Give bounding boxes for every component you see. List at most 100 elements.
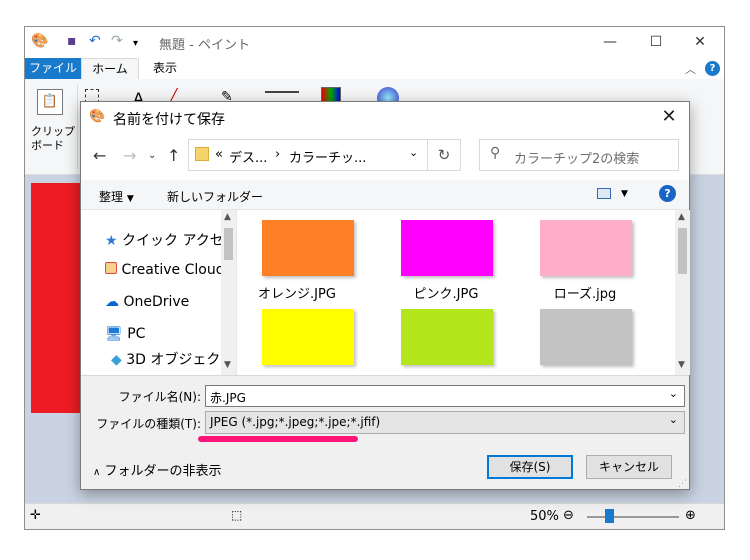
hide-folders-label: フォルダーの非表示 <box>104 464 222 479</box>
zoom-slider[interactable] <box>587 516 679 518</box>
dialog-title: 名前を付けて保存 <box>113 112 225 128</box>
chevron-down-icon[interactable]: ⌄ <box>409 146 418 159</box>
nav-scrollbar[interactable]: ▲ ▼ <box>221 210 236 375</box>
organize-button[interactable]: 整理 ▼ <box>99 188 134 205</box>
save-button[interactable]: 保存(S) <box>487 455 573 479</box>
new-folder-button[interactable]: 新しいフォルダー <box>167 188 263 205</box>
redo-icon[interactable]: ↷ <box>111 33 123 49</box>
dialog-toolbar: 整理 ▼ 新しいフォルダー ▼ ? <box>81 180 689 210</box>
refresh-icon: ↻ <box>437 146 451 164</box>
address-bar[interactable]: « デス... › カラーチッ... ⌄ <box>188 139 428 171</box>
recent-locations-icon[interactable]: ⌄ <box>148 150 156 161</box>
breadcrumb-item[interactable]: デス... <box>229 147 267 166</box>
undo-icon[interactable]: ↶ <box>89 33 101 49</box>
hide-folders-button[interactable]: ∧ フォルダーの非表示 <box>93 460 221 479</box>
collapse-ribbon-icon[interactable]: ︿ <box>685 61 696 77</box>
cancel-button[interactable]: キャンセル <box>586 455 672 479</box>
zoom-out-icon[interactable]: ⊖ <box>563 508 574 523</box>
scroll-down-icon[interactable]: ▼ <box>224 360 231 370</box>
paint-app-icon: 🎨 <box>31 33 49 49</box>
chevron-up-icon: ∧ <box>93 467 101 478</box>
file-thumbnail-rose[interactable] <box>540 220 632 276</box>
file-name[interactable]: ピンク.JPG <box>381 283 511 302</box>
nav-item-quick-access[interactable]: ★ クイック アクセス <box>105 230 238 250</box>
save-quick-icon[interactable]: ▪ <box>67 33 77 49</box>
help-icon[interactable]: ? <box>705 61 720 76</box>
nav-item-label: PC <box>127 326 146 342</box>
clipboard-icon: 📋 <box>37 89 63 115</box>
filename-field[interactable]: 赤.JPG ⌄ <box>205 385 685 407</box>
filetype-select[interactable]: JPEG (*.jpg;*.jpeg;*.jpe;*.jfif) ⌄ <box>205 411 685 434</box>
zoom-level: 50% <box>530 509 559 524</box>
nav-item-pc[interactable]: 🖥 PC <box>105 326 145 342</box>
paint-window-title: 無題 - ペイント <box>159 38 250 53</box>
search-icon: ⚲ <box>490 145 501 161</box>
file-thumbnail-gray[interactable] <box>540 309 632 365</box>
filename-value: 赤.JPG <box>210 391 246 405</box>
close-icon[interactable]: ✕ <box>685 31 715 53</box>
organize-label: 整理 <box>99 190 124 204</box>
breadcrumb-separator[interactable]: › <box>275 147 280 162</box>
nav-scrollbar-thumb[interactable] <box>224 228 233 260</box>
breadcrumb-prefix[interactable]: « <box>215 147 223 162</box>
file-thumbnail-orange[interactable] <box>262 220 354 276</box>
refresh-button[interactable]: ↻ <box>428 139 461 171</box>
zoom-slider-thumb[interactable] <box>605 509 614 523</box>
resize-grip-icon[interactable]: ⋰ <box>678 479 687 489</box>
ribbon-divider <box>77 85 78 169</box>
search-placeholder: カラーチップ2の検索 <box>514 152 640 167</box>
scroll-up-icon[interactable]: ▲ <box>678 212 685 222</box>
selection-size-icon: ⬚ <box>231 508 243 522</box>
close-icon[interactable]: ✕ <box>649 102 689 132</box>
clipboard-label-2: ボード <box>31 139 64 152</box>
scroll-up-icon[interactable]: ▲ <box>224 212 231 222</box>
paint-titlebar: 🎨 ▪ ↶ ↷ ▾ 無題 - ペイント — ☐ ✕ <box>25 27 724 58</box>
file-name[interactable]: ローズ.jpg <box>520 283 650 302</box>
nav-item-3d-objects[interactable]: ◆ 3D オブジェクト <box>111 349 234 369</box>
save-as-dialog: 🎨 名前を付けて保存 ✕ ← → ⌄ ↑ « デス... › カラーチッ... … <box>80 101 690 490</box>
chevron-down-icon[interactable]: ⌄ <box>669 387 678 400</box>
nav-item-label: 3D オブジェクト <box>126 352 235 368</box>
help-icon[interactable]: ? <box>659 185 676 202</box>
tab-home[interactable]: ホーム <box>81 58 139 80</box>
nav-item-creative-cloud[interactable]: Creative Cloud <box>105 262 225 278</box>
tab-view[interactable]: 表示 <box>143 58 187 79</box>
filetype-value: JPEG (*.jpg;*.jpeg;*.jpe;*.jfif) <box>210 415 381 429</box>
chevron-down-icon[interactable]: ▼ <box>621 189 628 199</box>
folder-icon <box>195 147 209 161</box>
star-icon: ★ <box>105 233 118 249</box>
clipboard-group[interactable]: 📋 クリップ ボード <box>31 85 75 169</box>
view-options-icon[interactable] <box>597 188 611 199</box>
file-name[interactable]: オレンジ.JPG <box>238 283 362 302</box>
customize-quick-access-icon[interactable]: ▾ <box>133 36 138 52</box>
maximize-icon[interactable]: ☐ <box>641 31 671 53</box>
tab-file[interactable]: ファイル <box>25 58 81 79</box>
navigation-pane: ★ クイック アクセス Creative Cloud ☁ OneDrive 🖥 … <box>81 210 238 375</box>
search-input[interactable]: ⚲ カラーチップ2の検索 <box>479 139 679 171</box>
back-icon[interactable]: ← <box>93 146 106 165</box>
file-thumbnail-pink[interactable] <box>401 220 493 276</box>
save-options-panel: ファイル名(N): 赤.JPG ⌄ ファイルの種類(T): JPEG (*.jp… <box>81 375 689 489</box>
breadcrumb-item[interactable]: カラーチッ... <box>289 147 366 166</box>
creative-cloud-icon <box>105 262 117 274</box>
status-bar: ✛ ⬚ 50% ⊖ ⊕ <box>25 503 724 529</box>
navigation-bar: ← → ⌄ ↑ « デス... › カラーチッ... ⌄ ↻ ⚲ カラーチップ2… <box>81 132 689 180</box>
file-list-scrollbar-thumb[interactable] <box>678 228 687 274</box>
cloud-icon: ☁ <box>105 294 119 310</box>
filetype-label: ファイルの種類(T): <box>96 417 201 431</box>
up-icon[interactable]: ↑ <box>167 146 180 165</box>
nav-item-onedrive[interactable]: ☁ OneDrive <box>105 294 189 310</box>
size-icon[interactable] <box>265 91 299 93</box>
zoom-in-icon[interactable]: ⊕ <box>685 508 696 523</box>
cube-icon: ◆ <box>111 352 122 368</box>
scroll-down-icon[interactable]: ▼ <box>678 360 685 370</box>
file-list-scrollbar[interactable]: ▲ ▼ <box>675 210 690 375</box>
file-thumbnail-green[interactable] <box>401 309 493 365</box>
file-thumbnail-yellow[interactable] <box>262 309 354 365</box>
filename-label: ファイル名(N): <box>118 390 201 404</box>
highlight-underline <box>198 436 358 442</box>
minimize-icon[interactable]: — <box>595 31 625 53</box>
forward-icon[interactable]: → <box>123 146 136 165</box>
paint-app-icon: 🎨 <box>89 109 106 124</box>
ribbon-tabs: ファイル ホーム 表示 ︿ ? <box>25 58 724 80</box>
